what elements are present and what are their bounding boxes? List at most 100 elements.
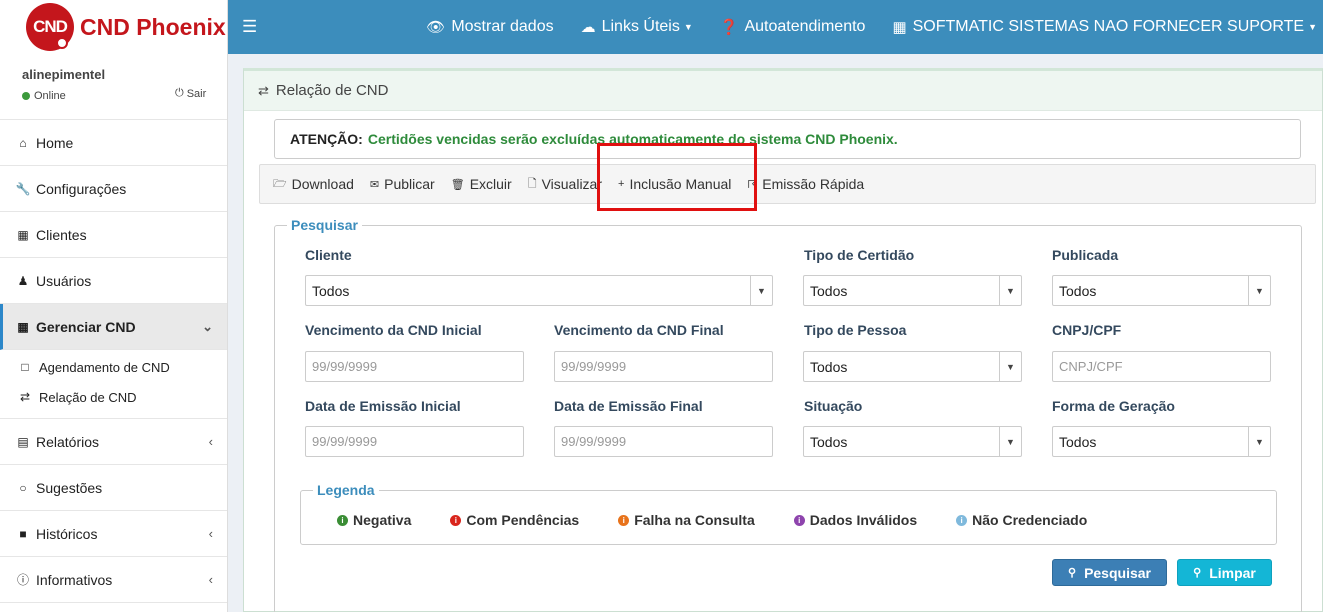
publicar-label: Publicar [384,176,435,192]
legend-label: Dados Inválidos [809,512,918,528]
logo-mark: CND [26,3,74,51]
vencimento-final-placeholder: 99/99/9999 [561,359,627,374]
sidebar-item-label: Informativos [36,571,113,588]
sidebar-item-configuracoes[interactable]: 🔧 Configurações [0,166,227,212]
sidebar-item-label: Usuários [36,272,92,289]
emissao-rapida-button[interactable]: ☈ Emissão Rápida [739,165,872,203]
attention-alert: ATENÇÃO: Certidões vencidas serão excluí… [274,119,1301,159]
logo[interactable]: CND CND Phoenix [0,0,227,54]
forma-geracao-value: Todos [1059,433,1097,450]
sidebar-item-agendamento[interactable]: □ Agendamento de CND [0,352,227,382]
publicada-label: Publicada [1052,247,1119,263]
home-icon: ⌂ [19,135,27,150]
sidebar-item-label: Clientes [36,226,87,243]
sidebar-item-home[interactable]: ⌂ Home [0,120,227,166]
emissao-inicial-label: Data de Emissão Inicial [305,398,461,414]
tipo-pessoa-label: Tipo de Pessoa [804,322,907,338]
forma-geracao-select[interactable]: Todos ▼ [1052,426,1271,457]
sidebar-item-relatorios[interactable]: ▤ Relatórios ‹ [0,419,227,465]
download-label: Download [291,176,354,192]
tipo-certidao-label: Tipo de Certidão [804,247,915,263]
sidebar-item-label: Configurações [36,180,127,197]
sidebar-item-clientes[interactable]: ▦ Clientes [0,212,227,258]
nav-mostrar-dados[interactable]: 👁 Mostrar dados [426,18,553,36]
search-icon: ⚲ [1068,567,1077,579]
caret-down-icon: ▼ [1248,276,1270,305]
sidebar-item-sugestoes[interactable]: ○ Sugestões [0,465,227,511]
emissao-inicial-input[interactable]: 99/99/9999 [305,426,524,457]
sidebar-item-label: Sugestões [36,479,103,496]
nav-autoatendimento[interactable]: ❓ Autoatendimento [720,18,866,36]
cnpj-placeholder: CNPJ/CPF [1059,359,1123,374]
folder-open-icon: 🗁 [273,177,287,190]
logout-link[interactable]: ⏻ Sair [175,87,206,100]
sidebar-item-label: Home [36,134,74,151]
emissao-final-input[interactable]: 99/99/9999 [554,426,773,457]
cliente-value: Todos [312,282,350,299]
search-title: Pesquisar [287,217,362,233]
search-icon: ⚲ [1193,567,1202,579]
legend-item-negativa: i Negativa [337,512,411,528]
sidebar-subitem-label: Agendamento de CND [39,359,170,375]
sidebar-item-gerenciar-cnd[interactable]: ▦ Gerenciar CND ⌄ [0,304,227,350]
sidebar-item-informativos[interactable]: ⓘ Informativos ‹ [0,557,227,603]
emissao-inicial-placeholder: 99/99/9999 [312,434,378,449]
caret-down-icon: ▼ [999,276,1021,305]
legend-label: Negativa [353,512,412,528]
legend-label: Com Pendências [466,512,580,528]
nav-links-uteis[interactable]: ☁ Links Úteis ▼ [581,18,693,36]
search-button[interactable]: ⚲ Pesquisar [1052,559,1167,586]
retweet-icon: ⇄ [258,82,269,98]
hamburger-menu-icon[interactable]: ☰ [242,17,257,37]
vencimento-inicial-label: Vencimento da CND Inicial [305,322,482,338]
legend-item-falha-consulta: i Falha na Consulta [618,512,755,528]
inclusao-manual-button[interactable]: + Inclusão Manual [610,165,739,203]
caret-down-icon: ▼ [750,276,772,305]
visualizar-button[interactable]: 🗋 Visualizar [520,165,610,203]
info-circle-icon: i [337,514,348,526]
logo-text: CND Phoenix [80,13,226,40]
content-box: ⇄ Relação de CND ATENÇÃO: Certidões venc… [243,68,1323,612]
nav-label: Links Úteis [601,18,680,35]
situacao-value: Todos [810,433,848,450]
plus-icon: + [618,178,625,190]
question-circle-icon: ❓ [719,19,739,36]
user-icon: ♟ [17,273,29,288]
submenu-gerenciar-cnd: □ Agendamento de CND ⇄ Relação de CND [0,350,227,419]
cliente-select[interactable]: Todos ▼ [305,275,773,306]
tipo-pessoa-select[interactable]: Todos ▼ [803,351,1022,382]
caret-down-icon: ▼ [999,352,1021,381]
info-circle-icon: i [956,514,968,526]
caret-down-icon: ▼ [999,427,1021,456]
cnpj-label: CNPJ/CPF [1052,322,1122,338]
download-button[interactable]: 🗁 Download [265,165,362,203]
power-icon: ⏻ [175,87,184,99]
chevron-down-icon: ⌄ [202,318,213,334]
publicar-button[interactable]: ✉ Publicar [362,165,443,203]
clear-button[interactable]: ⚲ Limpar [1177,559,1272,586]
excluir-button[interactable]: 🗑 Excluir [443,165,520,203]
nav-label: Mostrar dados [451,18,554,35]
chevron-left-icon: ‹ [208,572,213,587]
nav-company[interactable]: ▦ SOFTMATIC SISTEMAS NAO FORNECER SUPORT… [892,18,1317,36]
sidebar-item-relacao[interactable]: ⇄ Relação de CND [0,382,227,412]
sidebar: CND CND Phoenix alinepimentel Online ⏻ S… [0,0,228,612]
nav-label: SOFTMATIC SISTEMAS NAO FORNECER SUPORTE [912,18,1305,35]
building-icon: ▦ [892,19,907,36]
sidebar-item-usuarios[interactable]: ♟ Usuários [0,258,227,304]
wrench-icon: 🔧 [15,181,31,196]
situacao-select[interactable]: Todos ▼ [803,426,1022,457]
tipo-certidao-select[interactable]: Todos ▼ [803,275,1022,306]
user-status-text: Online [34,90,66,102]
sidebar-item-historicos[interactable]: ■ Históricos ‹ [0,511,227,557]
sidebar-item-label: Históricos [36,525,98,542]
publicada-select[interactable]: Todos ▼ [1052,275,1271,306]
legend-label: Falha na Consulta [634,512,755,528]
cnpj-input[interactable]: CNPJ/CPF [1052,351,1271,382]
lightning-icon: ☈ [747,178,758,191]
vencimento-final-input[interactable]: 99/99/9999 [554,351,773,382]
calendar-icon: ▦ [17,319,29,334]
online-status-icon [22,92,30,100]
caret-down-icon: ▼ [683,22,693,32]
vencimento-inicial-input[interactable]: 99/99/9999 [305,351,524,382]
